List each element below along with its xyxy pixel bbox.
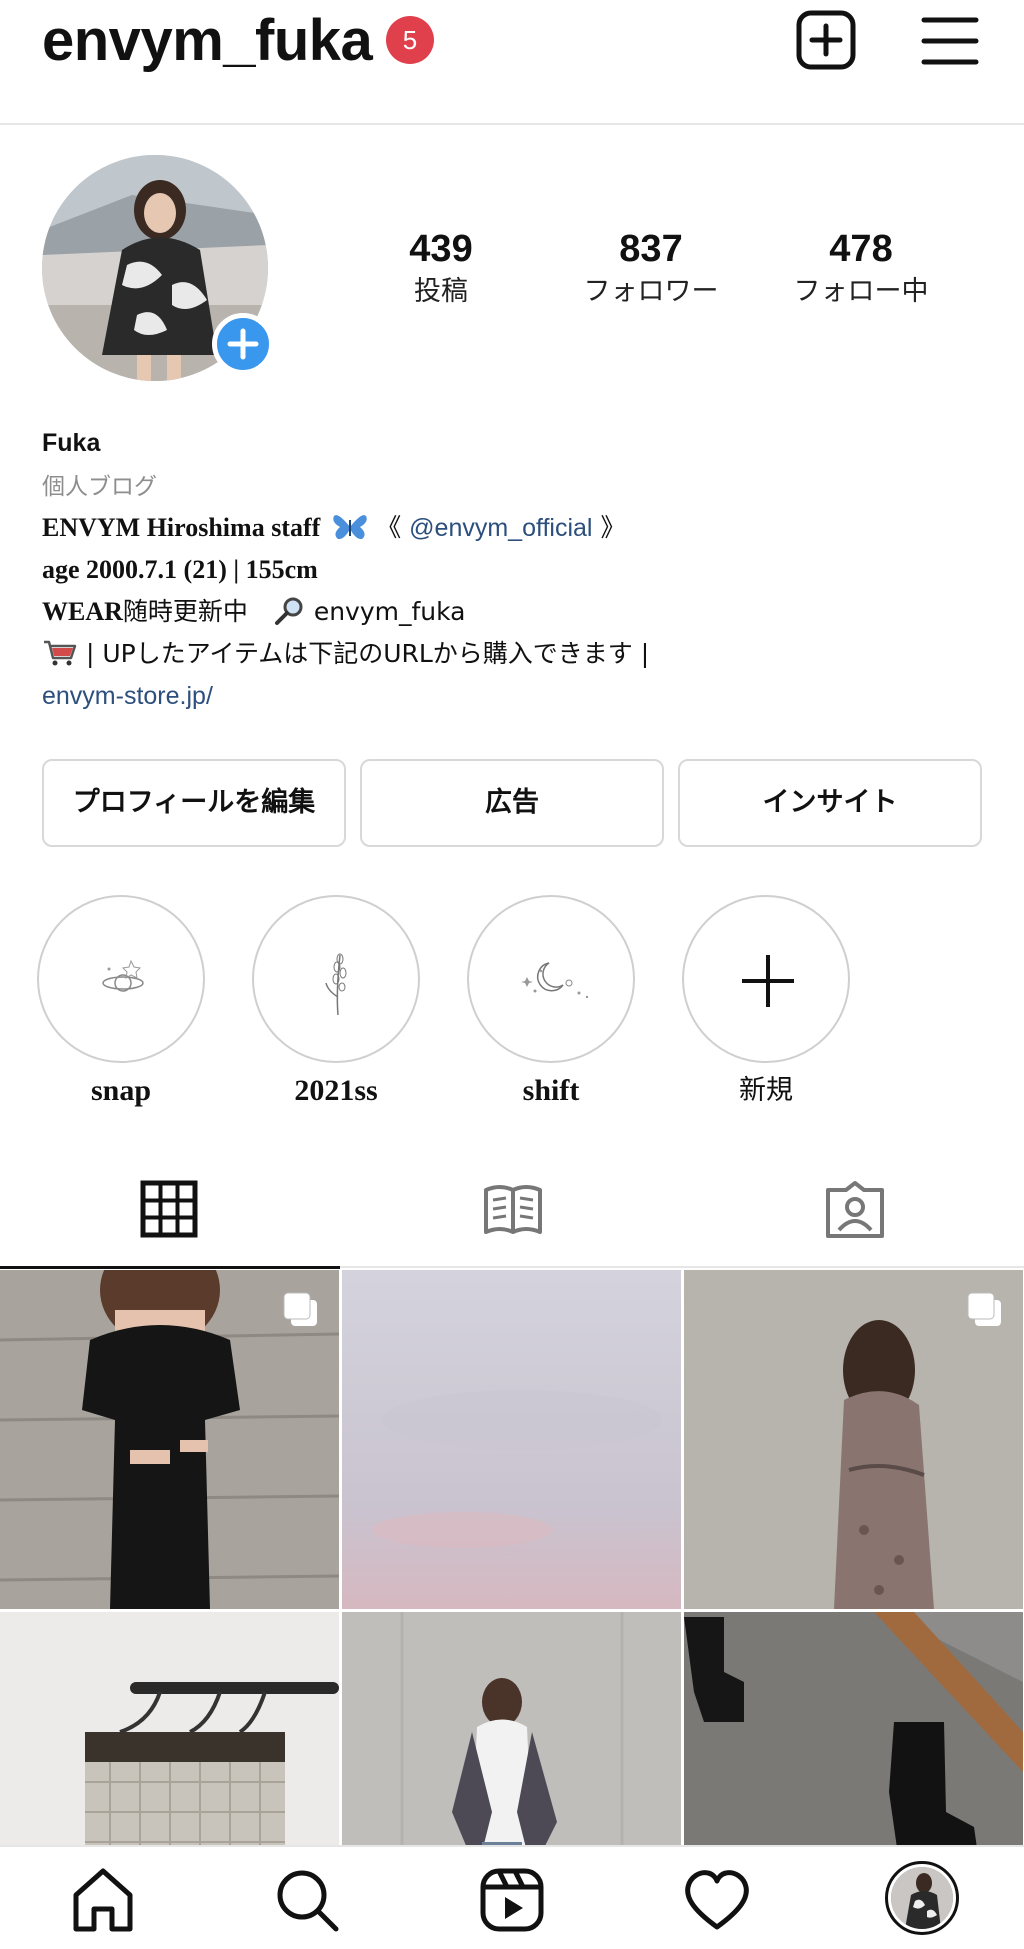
- stat-followers[interactable]: 837 フォロワー: [551, 225, 751, 311]
- bio-line-age: age 2000.7.1 (21) | 155cm: [42, 555, 318, 584]
- flower-icon: [325, 953, 347, 1016]
- display-name: Fuka: [42, 429, 101, 457]
- stat-followers-count: 837: [619, 228, 683, 270]
- bio-line-staff: ENVYM Hiroshima staff 《 @envym_official …: [42, 512, 626, 542]
- highlight-label: shift: [522, 1074, 580, 1107]
- butterfly-icon: [332, 512, 368, 542]
- highlight-cover: [37, 895, 205, 1063]
- profile-avatar[interactable]: [885, 1861, 959, 1935]
- plus-square-icon[interactable]: [790, 6, 860, 76]
- moon-stars-icon: [521, 962, 589, 999]
- stat-following[interactable]: 478 フォロー中: [761, 225, 961, 311]
- tab-tagged[interactable]: [684, 1150, 1024, 1268]
- highlight-new[interactable]: 新規: [682, 895, 850, 1111]
- tab-guides[interactable]: [342, 1150, 682, 1268]
- highlight-label: 新規: [739, 1075, 793, 1106]
- post-thumbnail[interactable]: [342, 1612, 681, 1845]
- edit-profile-button[interactable]: プロフィールを編集: [42, 759, 346, 847]
- website-link[interactable]: envym-store.jp/: [42, 675, 982, 717]
- multiple-photos-icon: [967, 1292, 1001, 1326]
- stat-posts-label: 投稿: [414, 276, 468, 307]
- search-icon[interactable]: [272, 1865, 342, 1935]
- profile-tabs: [0, 1150, 1024, 1269]
- guide-icon: [484, 1185, 542, 1234]
- post-thumbnail[interactable]: [0, 1270, 339, 1609]
- highlight-snap[interactable]: snap: [37, 895, 205, 1111]
- grid-icon: [140, 1180, 198, 1238]
- magnifier-icon: [272, 596, 306, 626]
- notification-badge[interactable]: 5: [386, 16, 434, 64]
- post-thumbnail[interactable]: [0, 1612, 339, 1845]
- profile-category: 個人ブログ: [42, 474, 157, 500]
- stat-following-count: 478: [829, 228, 893, 270]
- insights-button[interactable]: インサイト: [678, 759, 982, 847]
- plus-icon: [682, 895, 850, 1063]
- tagged-icon: [826, 1181, 884, 1238]
- post-thumbnail[interactable]: [342, 1270, 681, 1609]
- highlight-shift[interactable]: shift: [467, 895, 635, 1111]
- highlight-2021ss[interactable]: 2021ss: [252, 895, 420, 1111]
- stat-posts[interactable]: 439 投稿: [341, 225, 541, 311]
- highlight-cover: [467, 895, 635, 1063]
- home-icon[interactable]: [68, 1865, 138, 1935]
- profile-bio: Fuka 個人ブログ ENVYM Hiroshima staff 《 @envy…: [42, 425, 982, 717]
- heart-icon[interactable]: [682, 1865, 752, 1935]
- posts-grid: [0, 1270, 1024, 1845]
- bottom-navigation: [0, 1845, 1024, 1949]
- ads-button[interactable]: 広告: [360, 759, 664, 847]
- post-thumbnail[interactable]: [684, 1612, 1023, 1845]
- post-thumbnail[interactable]: [684, 1270, 1023, 1609]
- add-story-button[interactable]: [212, 313, 274, 375]
- reels-icon[interactable]: [477, 1865, 547, 1935]
- profile-header: envym_fuka 5: [0, 0, 1024, 125]
- bio-line-shop: | UPしたアイテムは下記のURLから購入できます |: [42, 633, 982, 675]
- bio-line-wear: WEAR随時更新中 envym_fuka: [42, 596, 466, 626]
- menu-icon[interactable]: [916, 6, 986, 76]
- username-title[interactable]: envym_fuka: [42, 6, 373, 76]
- tab-posts[interactable]: [0, 1150, 340, 1269]
- cart-icon: [42, 638, 78, 668]
- mention-link[interactable]: @envym_official: [409, 514, 592, 542]
- highlight-label: snap: [90, 1074, 152, 1107]
- planet-icon: [102, 959, 144, 992]
- multiple-photos-icon: [283, 1292, 317, 1326]
- highlight-label: 2021ss: [294, 1074, 378, 1107]
- stat-posts-count: 439: [409, 228, 473, 270]
- stat-following-label: フォロー中: [793, 276, 929, 307]
- stat-followers-label: フォロワー: [583, 276, 719, 307]
- highlight-cover: [252, 895, 420, 1063]
